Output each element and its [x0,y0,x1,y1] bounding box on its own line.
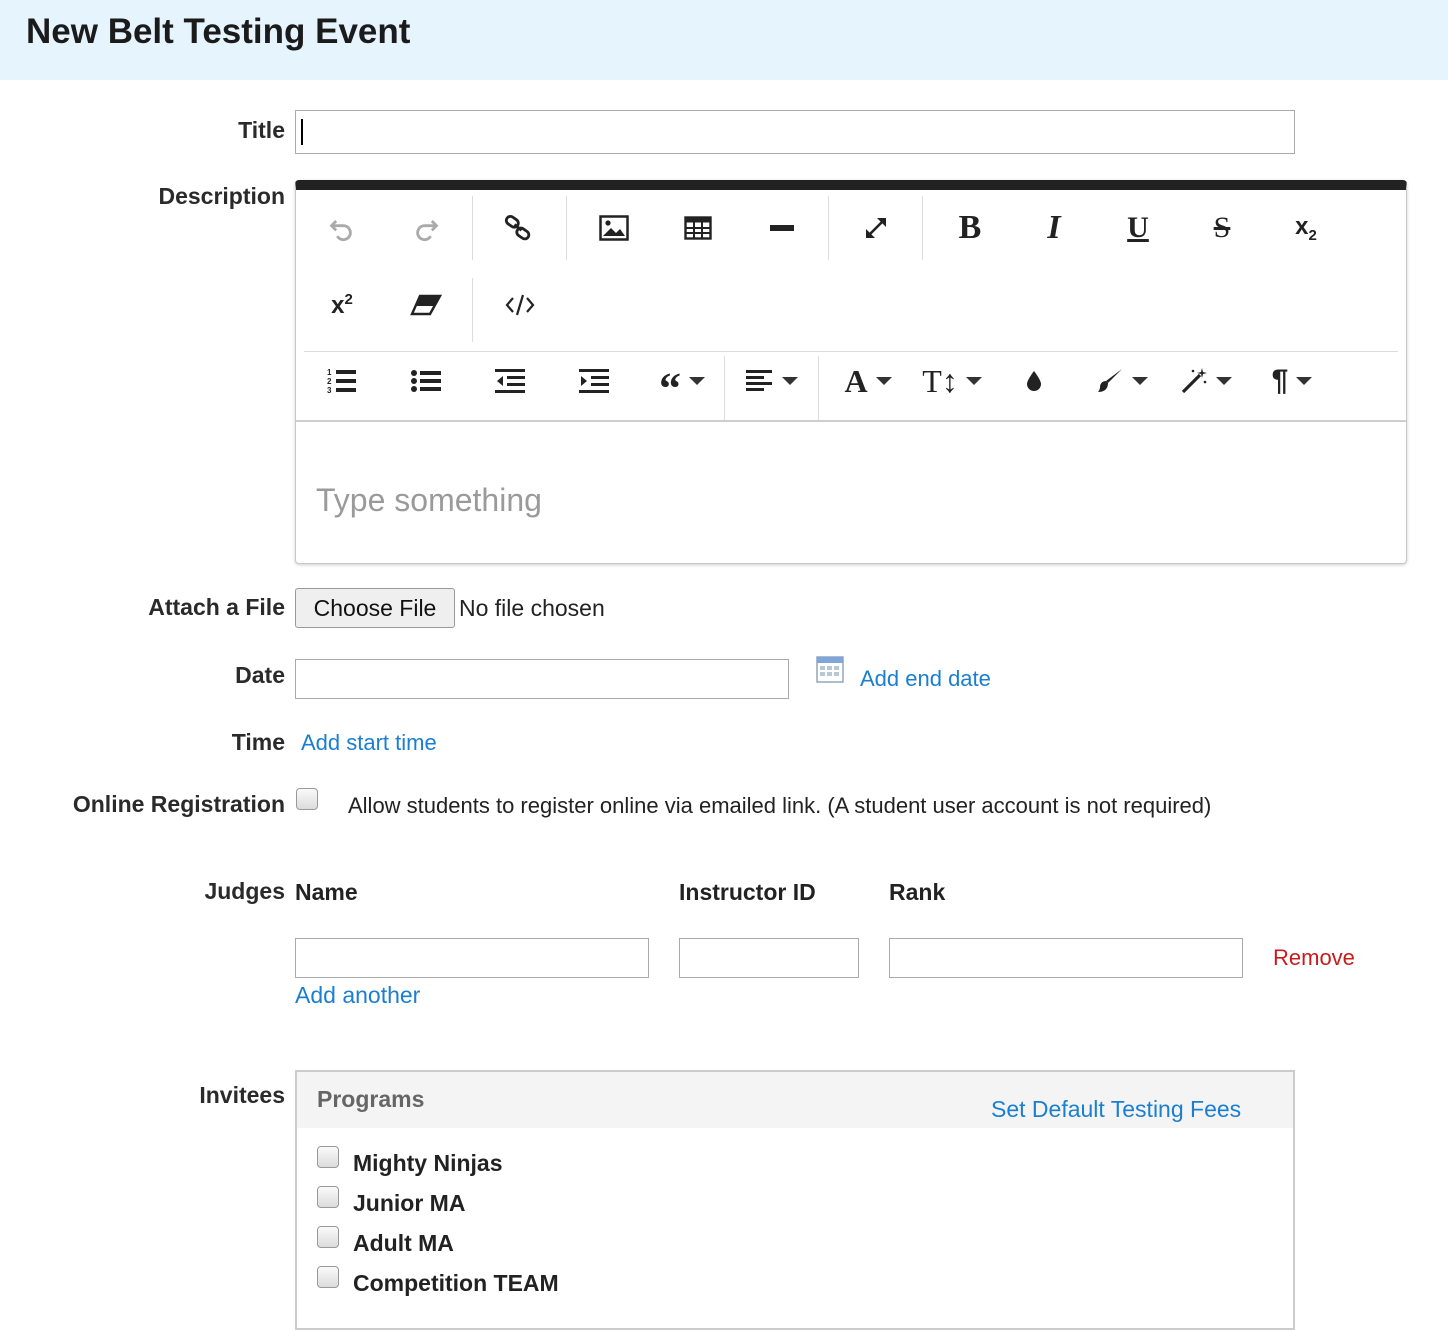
program-item[interactable]: Junior MA [317,1182,465,1216]
attach-file-label: Attach a File [148,594,285,620]
judge-instructor-id-input[interactable] [679,938,859,978]
program-name: Mighty Ninjas [353,1149,503,1176]
paragraph-style-icon[interactable]: ¶ [1250,346,1334,416]
chevron-down-icon [965,377,982,385]
program-checkbox[interactable] [317,1186,339,1208]
strikethrough-icon[interactable]: S [1180,193,1264,263]
inline-style-icon[interactable] [1164,346,1248,416]
judges-col-name: Name [295,879,358,905]
no-file-text: No file chosen [459,595,605,621]
font-size-icon[interactable]: T↕ [910,346,994,416]
subscript-icon[interactable]: x2 [1264,193,1348,263]
chevron-down-icon [1216,377,1232,385]
program-name: Junior MA [353,1189,466,1216]
chevron-down-icon [1132,377,1148,385]
background-color-icon[interactable] [1080,346,1164,416]
judges-col-instructor-id: Instructor ID [679,879,816,905]
horizontal-rule-icon[interactable] [740,193,824,263]
svg-text:3: 3 [327,386,332,395]
program-name: Competition TEAM [353,1269,559,1296]
invitees-label: Invitees [199,1082,285,1108]
rich-text-editor: B I U S x2 x2 123 “ A T↕ ¶ Type somethin… [295,180,1407,564]
program-checkbox[interactable] [317,1146,339,1168]
chevron-down-icon [875,377,892,385]
indent-icon[interactable] [552,346,636,416]
title-label: Title [238,117,285,143]
ordered-list-icon[interactable]: 123 [300,346,384,416]
align-icon[interactable] [732,346,812,416]
italic-icon[interactable]: I [1012,193,1096,263]
judges-col-rank: Rank [889,879,946,905]
undo-icon[interactable] [300,193,384,263]
unordered-list-icon[interactable] [384,346,468,416]
fullscreen-icon[interactable] [834,193,918,263]
programs-header: Programs Set Default Testing Fees [297,1072,1293,1128]
underline-icon[interactable]: U [1096,193,1180,263]
program-item[interactable]: Competition TEAM [317,1262,559,1296]
font-family-icon[interactable]: A [826,346,910,416]
online-registration-text: Allow students to register online via em… [348,793,1212,818]
remove-judge-link[interactable]: Remove [1273,945,1355,971]
chevron-down-icon [689,377,705,385]
online-registration-label: Online Registration [72,791,285,817]
chevron-down-icon [782,377,798,385]
page-title: New Belt Testing Event [26,12,411,51]
judge-name-input[interactable] [295,938,649,978]
redo-icon[interactable] [384,193,468,263]
set-default-testing-fees-link[interactable]: Set Default Testing Fees [991,1096,1241,1123]
text-color-icon[interactable] [992,346,1076,416]
editor-placeholder[interactable]: Type something [316,482,542,519]
link-icon[interactable] [476,193,560,263]
add-start-time-link[interactable]: Add start time [301,730,437,756]
image-icon[interactable] [572,193,656,263]
svg-text:2: 2 [327,377,332,386]
eraser-icon[interactable] [384,270,468,340]
program-checkbox[interactable] [317,1226,339,1248]
description-label: Description [158,183,285,209]
choose-file-button[interactable]: Choose File [295,588,455,628]
page-header: New Belt Testing Event [0,0,1448,80]
date-label: Date [235,662,285,688]
program-item[interactable]: Mighty Ninjas [317,1142,503,1176]
code-view-icon[interactable] [478,270,562,340]
online-registration-checkbox[interactable] [296,788,318,810]
add-another-judge-link[interactable]: Add another [295,982,420,1009]
chevron-down-icon [1296,377,1313,385]
table-icon[interactable] [656,193,740,263]
svg-text:1: 1 [327,368,332,377]
program-checkbox[interactable] [317,1266,339,1288]
outdent-icon[interactable] [468,346,552,416]
time-label: Time [231,729,285,755]
text-caret [301,119,303,145]
add-end-date-link[interactable]: Add end date [860,666,991,692]
title-input[interactable] [295,110,1295,154]
blockquote-icon[interactable]: “ [642,346,722,416]
programs-title: Programs [317,1086,425,1112]
judges-label: Judges [204,878,285,904]
editor-toolbar: B I U S x2 x2 123 “ A T↕ ¶ [296,190,1406,422]
bold-icon[interactable]: B [928,193,1012,263]
date-input[interactable] [295,659,789,699]
program-name: Adult MA [353,1229,454,1256]
invitees-panel: Programs Set Default Testing Fees Mighty… [295,1070,1295,1330]
program-item[interactable]: Adult MA [317,1222,454,1256]
calendar-icon[interactable] [816,655,844,683]
judge-rank-input[interactable] [889,938,1243,978]
superscript-icon[interactable]: x2 [300,270,384,340]
